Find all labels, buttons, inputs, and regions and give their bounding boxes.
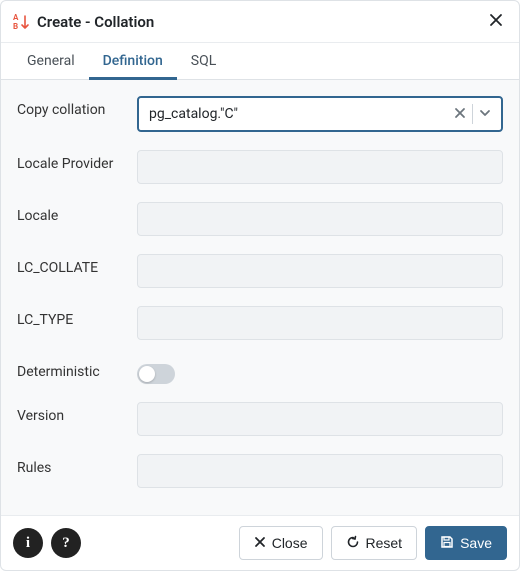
create-collation-dialog: A B Create - Collation General Definitio…: [0, 0, 520, 571]
clear-icon: [454, 107, 466, 122]
lc-collate-input[interactable]: [137, 254, 503, 288]
help-icon: ?: [62, 535, 70, 552]
row-locale-provider: Locale Provider: [17, 150, 503, 184]
close-button[interactable]: Close: [239, 526, 323, 560]
close-button-label: Close: [272, 535, 308, 551]
info-icon: i: [26, 535, 30, 552]
reset-button-label: Reset: [366, 535, 403, 551]
save-button[interactable]: Save: [425, 526, 507, 560]
label-version: Version: [17, 402, 137, 426]
label-rules: Rules: [17, 454, 137, 478]
close-icon: [489, 15, 503, 30]
dialog-header: A B Create - Collation: [1, 1, 519, 43]
copy-collation-value: pg_catalog."C": [149, 106, 450, 122]
label-deterministic: Deterministic: [17, 358, 137, 382]
copy-collation-select[interactable]: pg_catalog."C": [137, 96, 503, 132]
dialog-title: Create - Collation: [37, 13, 485, 31]
row-deterministic: Deterministic: [17, 358, 503, 384]
rules-input[interactable]: [137, 454, 503, 488]
chevron-down-icon: [479, 107, 491, 122]
label-lc-collate: LC_COLLATE: [17, 254, 137, 278]
deterministic-toggle[interactable]: [137, 364, 175, 384]
row-copy-collation: Copy collation pg_catalog."C": [17, 96, 503, 132]
tab-general[interactable]: General: [13, 43, 89, 80]
help-button[interactable]: ?: [51, 528, 81, 558]
row-lc-type: LC_TYPE: [17, 306, 503, 340]
lc-type-input[interactable]: [137, 306, 503, 340]
svg-text:B: B: [13, 22, 18, 31]
dialog-body: Copy collation pg_catalog."C": [1, 80, 519, 515]
select-divider: [472, 104, 473, 124]
tab-definition[interactable]: Definition: [89, 43, 177, 80]
label-lc-type: LC_TYPE: [17, 306, 137, 330]
collation-icon: A B: [13, 13, 31, 31]
dialog-footer: i ? Close Reset Save: [1, 515, 519, 570]
row-version: Version: [17, 402, 503, 436]
close-icon: [254, 535, 266, 551]
copy-collation-clear-button[interactable]: [450, 103, 470, 126]
svg-text:A: A: [13, 13, 19, 22]
info-button[interactable]: i: [13, 528, 43, 558]
label-locale-provider: Locale Provider: [17, 150, 137, 174]
save-button-label: Save: [460, 535, 492, 551]
locale-provider-input[interactable]: [137, 150, 503, 184]
tab-bar: General Definition SQL: [1, 43, 519, 80]
copy-collation-dropdown-button[interactable]: [475, 103, 495, 126]
row-lc-collate: LC_COLLATE: [17, 254, 503, 288]
dialog-close-button[interactable]: [485, 9, 507, 34]
label-copy-collation: Copy collation: [17, 96, 137, 120]
locale-input[interactable]: [137, 202, 503, 236]
version-input[interactable]: [137, 402, 503, 436]
row-rules: Rules: [17, 454, 503, 488]
label-locale: Locale: [17, 202, 137, 226]
reset-button[interactable]: Reset: [331, 526, 418, 560]
row-locale: Locale: [17, 202, 503, 236]
reset-icon: [346, 535, 360, 552]
save-icon: [440, 535, 454, 552]
toggle-knob: [139, 366, 155, 382]
tab-sql[interactable]: SQL: [177, 43, 230, 80]
